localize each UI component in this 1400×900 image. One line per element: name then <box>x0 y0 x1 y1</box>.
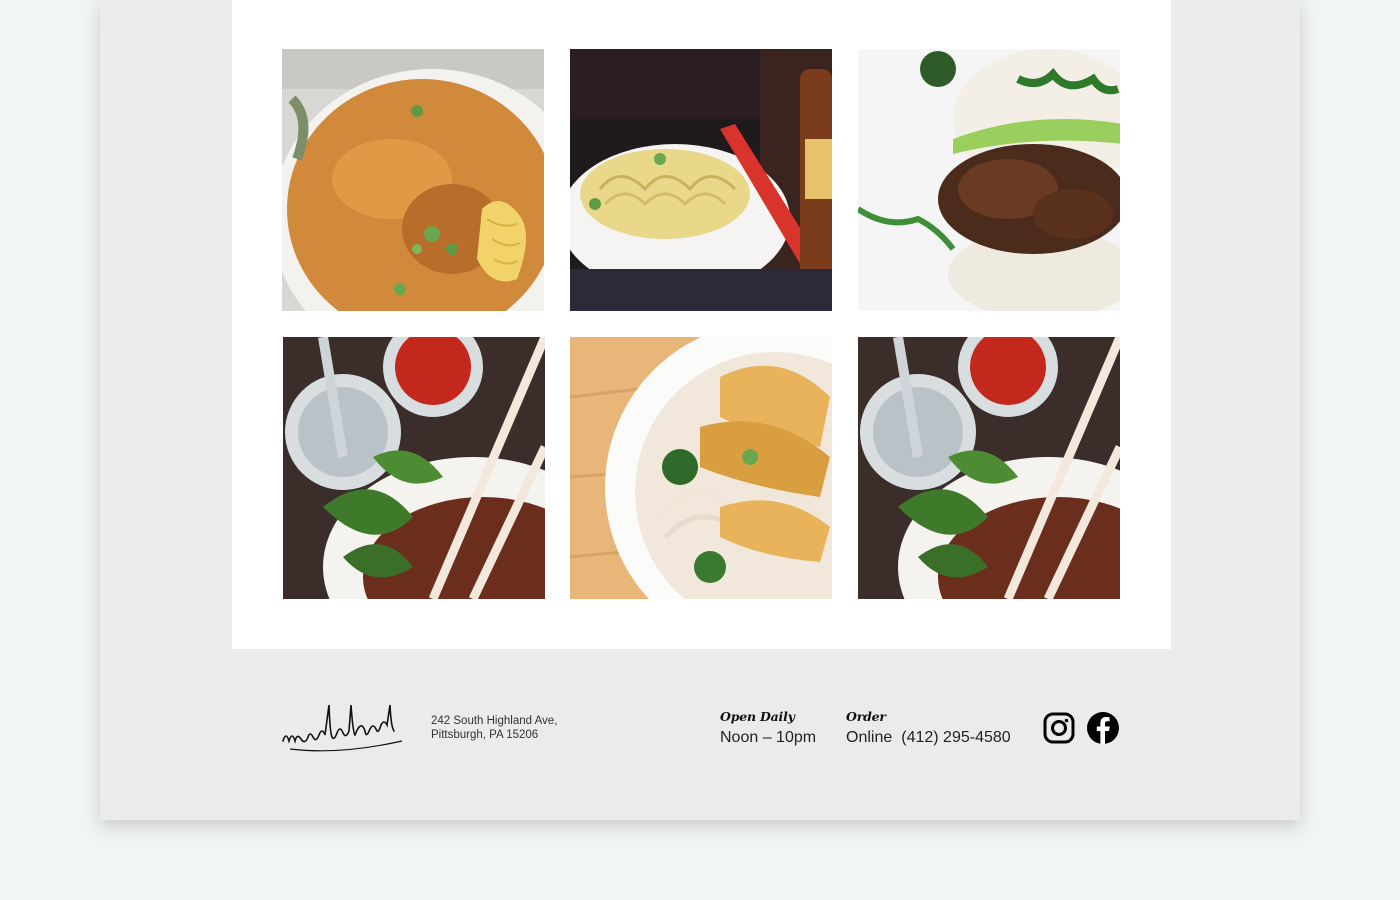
hours-heading: Open Daily <box>720 709 795 724</box>
address-line-2: Pittsburgh, PA 15206 <box>431 729 539 741</box>
facebook-icon[interactable] <box>1086 711 1120 745</box>
address: 242 South Highland Ave, Pittsburgh, PA 1… <box>431 714 557 742</box>
hours-value: Noon – 10pm <box>720 729 817 746</box>
site-footer: 242 South Highland Ave, Pittsburgh, PA 1… <box>100 649 1300 820</box>
photo-crispy-tofu-noodles[interactable] <box>570 337 832 599</box>
order-phone-link[interactable]: (412) 295-4580 <box>901 729 1010 746</box>
noodlehead-logo[interactable] <box>280 699 408 755</box>
order-options: Online (412) 295-4580 <box>846 729 1011 747</box>
photo-pork-bun[interactable] <box>858 49 1120 311</box>
hours-block: Open Daily Noon – 10pm <box>720 709 816 747</box>
order-online-link[interactable]: Online <box>846 729 892 746</box>
address-line-1: 242 South Highland Ave, <box>431 715 558 727</box>
photo-gallery <box>232 0 1171 649</box>
photo-basil-noodle-soup[interactable] <box>283 337 545 599</box>
photo-egg-noodle-bowl[interactable] <box>570 49 832 311</box>
order-block: Order Online (412) 295-4580 <box>846 709 1011 747</box>
page-card: 242 South Highland Ave, Pittsburgh, PA 1… <box>100 0 1300 820</box>
instagram-icon[interactable] <box>1042 711 1076 745</box>
order-heading: Order <box>846 709 886 724</box>
photo-basil-noodle-soup-2[interactable] <box>858 337 1120 599</box>
photo-curry-noodle-bowl[interactable] <box>282 49 544 311</box>
